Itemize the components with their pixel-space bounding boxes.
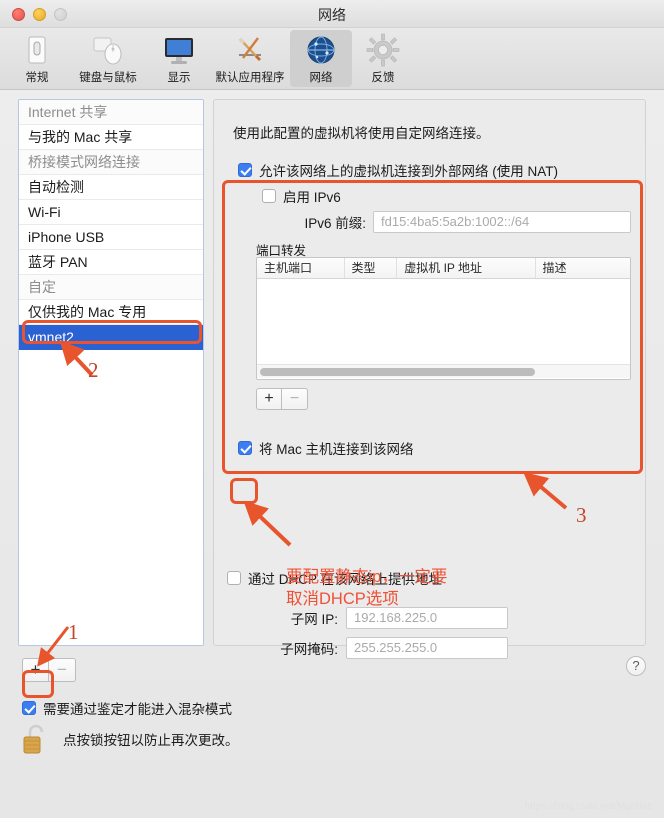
- nat-checkbox[interactable]: [238, 163, 252, 177]
- nat-label: 允许该网络上的虚拟机连接到外部网络 (使用 NAT): [259, 164, 558, 179]
- general-icon: [28, 36, 46, 64]
- subnet-mask-row: 子网掩码: 255.255.255.0: [250, 637, 508, 659]
- promiscuous-label: 需要通过鉴定才能进入混杂模式: [43, 702, 232, 717]
- add-port-forward-button[interactable]: +: [256, 388, 282, 410]
- default-apps-icon: [239, 37, 261, 61]
- promiscuous-checkbox[interactable]: [22, 701, 36, 715]
- table-horizontal-scrollbar[interactable]: [257, 364, 630, 378]
- connect-host-label: 将 Mac 主机连接到该网络: [259, 442, 414, 457]
- lock-hint-text: 点按锁按钮以防止再次更改。: [63, 733, 239, 748]
- toolbar-item-feedback[interactable]: 反馈: [352, 30, 414, 87]
- help-button[interactable]: ?: [626, 656, 646, 676]
- lock-row[interactable]: 点按锁按钮以防止再次更改。: [22, 722, 239, 756]
- connect-host-checkbox[interactable]: [238, 441, 252, 455]
- preferences-window: 网络 常规 键盘与鼠标 显示 默认应用程序 网络 反馈 Internet 共享 …: [0, 0, 664, 818]
- nat-checkbox-row[interactable]: 允许该网络上的虚拟机连接到外部网络 (使用 NAT): [238, 160, 558, 180]
- connect-host-checkbox-row[interactable]: 将 Mac 主机连接到该网络: [238, 438, 414, 458]
- annotation-number-2: 2: [88, 358, 99, 382]
- window-title: 网络: [318, 7, 346, 23]
- add-network-button[interactable]: +: [22, 658, 49, 682]
- annotation-note-text: 要配置静态ip，一定要 取消DHCP选项: [286, 568, 448, 608]
- subnet-mask-label: 子网掩码:: [280, 642, 338, 657]
- subnet-mask-input[interactable]: 255.255.255.0: [346, 637, 508, 659]
- sidebar-empty-area: [19, 350, 203, 645]
- network-list-add-remove: + −: [22, 658, 76, 682]
- keyboard-mouse-icon: [93, 37, 122, 65]
- toolbar-item-default-apps-label: 默认应用程序: [215, 72, 285, 84]
- unlocked-padlock-icon[interactable]: [22, 722, 49, 756]
- sidebar-item-vmnet2[interactable]: vmnet2: [19, 325, 203, 350]
- sidebar-item-wifi[interactable]: Wi-Fi: [19, 200, 203, 225]
- sidebar-item-iphone-usb[interactable]: iPhone USB: [19, 225, 203, 250]
- network-settings-panel: 使用此配置的虚拟机将使用自定网络连接。 允许该网络上的虚拟机连接到外部网络 (使…: [213, 99, 646, 646]
- toolbar-item-keyboard-mouse-label: 键盘与鼠标: [79, 72, 137, 84]
- subnet-ip-input[interactable]: 192.168.225.0: [346, 607, 508, 629]
- network-list[interactable]: Internet 共享 与我的 Mac 共享 桥接模式网络连接 自动检测 Wi-…: [18, 99, 204, 646]
- port-forwarding-table[interactable]: 主机端口 类型 虚拟机 IP 地址 描述: [256, 257, 631, 380]
- remove-port-forward-button[interactable]: −: [282, 388, 308, 410]
- dhcp-checkbox[interactable]: [227, 571, 241, 585]
- sidebar-group-bridged: 桥接模式网络连接: [19, 150, 203, 175]
- sidebar-item-share-with-my-mac[interactable]: 与我的 Mac 共享: [19, 125, 203, 150]
- feedback-gear-icon: [366, 33, 400, 67]
- sidebar-item-bluetooth-pan[interactable]: 蓝牙 PAN: [19, 250, 203, 275]
- toolbar-item-display-label: 显示: [167, 72, 191, 84]
- ipv6-prefix-input[interactable]: fd15:4ba5:5a2b:1002::/64: [373, 211, 631, 233]
- scrollbar-thumb[interactable]: [260, 368, 536, 376]
- port-forwarding-add-remove: + −: [256, 388, 308, 410]
- table-body[interactable]: [257, 279, 630, 364]
- display-icon: [165, 38, 193, 64]
- toolbar-item-keyboard-mouse[interactable]: 键盘与鼠标: [68, 30, 148, 87]
- column-header-host-port[interactable]: 主机端口: [257, 258, 345, 278]
- toolbar-item-general-label: 常规: [25, 72, 49, 84]
- ipv6-label: 启用 IPv6: [283, 190, 341, 205]
- toolbar-item-network[interactable]: 网络: [290, 30, 352, 87]
- annotation-number-1: 1: [68, 620, 79, 644]
- toolbar-item-network-label: 网络: [309, 72, 333, 84]
- ipv6-prefix-row: IPv6 前缀: fd15:4ba5:5a2b:1002::/64: [274, 211, 631, 233]
- column-header-type[interactable]: 类型: [345, 258, 398, 278]
- sidebar-group-custom: 自定: [19, 275, 203, 300]
- watermark-text: https://blog.csdn.net/Mpnbsz: [524, 801, 652, 812]
- remove-network-button[interactable]: −: [49, 658, 76, 682]
- preferences-body: Internet 共享 与我的 Mac 共享 桥接模式网络连接 自动检测 Wi-…: [0, 90, 664, 818]
- table-header-row: 主机端口 类型 虚拟机 IP 地址 描述: [257, 258, 630, 279]
- subnet-ip-row: 子网 IP: 192.168.225.0: [250, 607, 508, 629]
- preferences-toolbar: 常规 键盘与鼠标 显示 默认应用程序 网络 反馈: [0, 28, 664, 90]
- ipv6-checkbox[interactable]: [262, 189, 276, 203]
- network-globe-icon: [307, 36, 335, 64]
- sidebar-item-private-to-my-mac[interactable]: 仅供我的 Mac 专用: [19, 300, 203, 325]
- sidebar-group-internet-sharing: Internet 共享: [19, 100, 203, 125]
- title-bar: 网络: [0, 0, 664, 28]
- promiscuous-checkbox-row[interactable]: 需要通过鉴定才能进入混杂模式: [22, 698, 232, 718]
- annotation-number-3: 3: [576, 503, 587, 527]
- sidebar-item-autodetect[interactable]: 自动检测: [19, 175, 203, 200]
- toolbar-item-default-apps[interactable]: 默认应用程序: [210, 30, 290, 87]
- column-header-description[interactable]: 描述: [536, 258, 630, 278]
- panel-description: 使用此配置的虚拟机将使用自定网络连接。: [233, 126, 490, 141]
- toolbar-item-display[interactable]: 显示: [148, 30, 210, 87]
- ipv6-checkbox-row[interactable]: 启用 IPv6: [262, 186, 341, 206]
- subnet-ip-label: 子网 IP:: [290, 612, 338, 627]
- toolbar-item-general[interactable]: 常规: [6, 30, 68, 87]
- ipv6-prefix-label: IPv6 前缀:: [304, 216, 366, 231]
- toolbar-item-feedback-label: 反馈: [371, 72, 395, 84]
- column-header-vm-ip[interactable]: 虚拟机 IP 地址: [397, 258, 536, 278]
